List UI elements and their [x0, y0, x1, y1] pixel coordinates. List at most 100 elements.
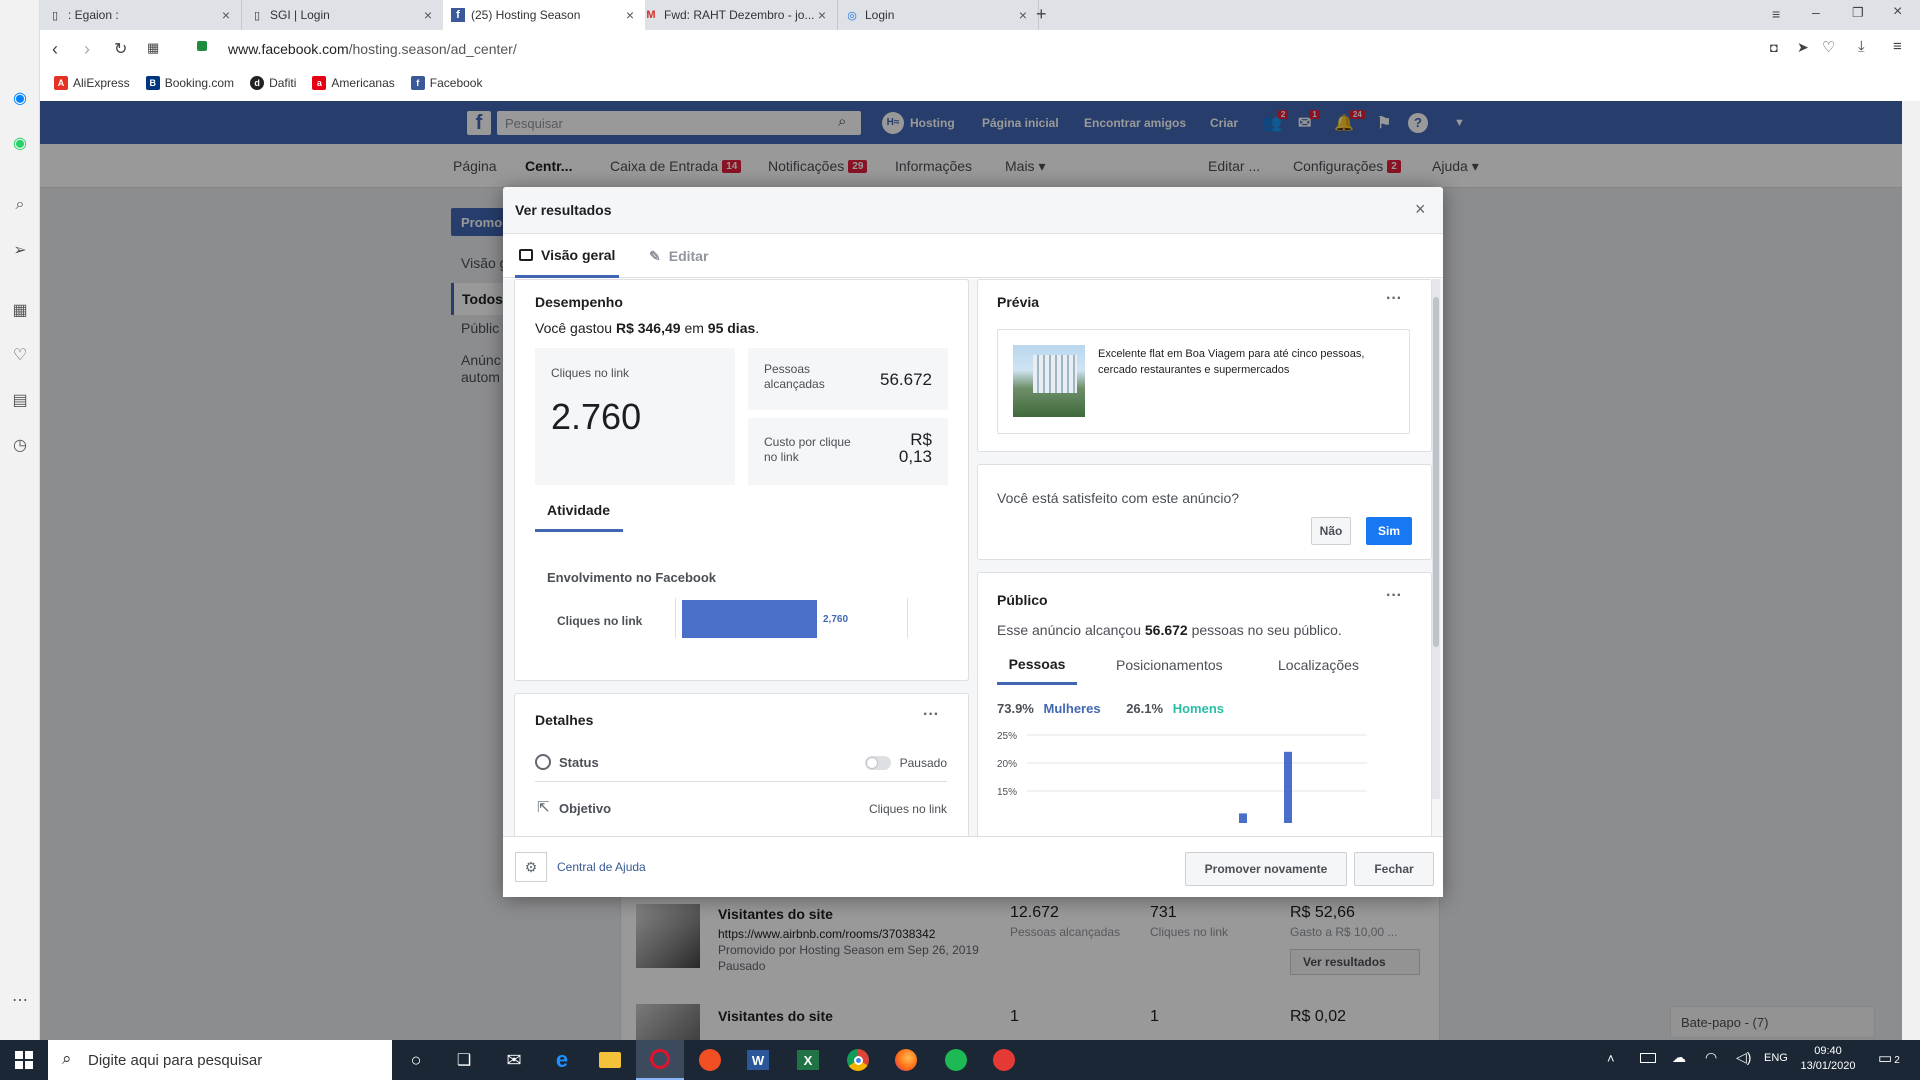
reach-metric-box: Pessoas alcançadas 56.672: [748, 348, 948, 410]
tab-placements[interactable]: Posicionamentos: [1116, 645, 1223, 685]
help-center-link[interactable]: Central de Ajuda: [557, 860, 646, 874]
page-scrollbar[interactable]: [1902, 101, 1920, 1040]
performance-title: Desempenho: [535, 294, 623, 310]
restore-button[interactable]: ❐: [1852, 5, 1864, 21]
onedrive-icon[interactable]: ☁: [1672, 1049, 1686, 1066]
mail-app-icon[interactable]: ✉: [490, 1040, 538, 1080]
bookmark-americanas[interactable]: a Americanas: [312, 76, 395, 90]
tab-menu-icon[interactable]: ≡: [1772, 6, 1780, 22]
close-icon[interactable]: ×: [1016, 7, 1030, 23]
browser-tab[interactable]: ◎ Login ×: [837, 0, 1039, 30]
back-icon[interactable]: ‹: [52, 39, 58, 60]
firefox-icon[interactable]: [882, 1040, 930, 1080]
tab-activity[interactable]: Atividade: [535, 490, 623, 532]
search-icon[interactable]: ⌕: [10, 195, 30, 215]
download-icon[interactable]: ⤓: [1858, 38, 1865, 55]
task-view-icon[interactable]: ❑: [440, 1040, 488, 1080]
bookmark-booking[interactable]: B Booking.com: [145, 76, 234, 90]
aliexpress-icon: A: [54, 76, 68, 90]
heart-icon[interactable]: ♡: [10, 345, 30, 365]
edge-icon[interactable]: e: [538, 1040, 586, 1080]
language-indicator[interactable]: ENG: [1764, 1052, 1788, 1064]
lock-icon: [197, 41, 207, 51]
no-button[interactable]: Não: [1311, 517, 1351, 545]
file-explorer-icon[interactable]: [586, 1040, 634, 1080]
chrome-icon[interactable]: [834, 1040, 882, 1080]
booking-icon: B: [145, 76, 160, 90]
show-hidden-icons[interactable]: ˄: [1607, 1051, 1615, 1066]
windows-start-icon[interactable]: [0, 1040, 48, 1080]
camera-icon[interactable]: ◘: [1770, 40, 1778, 55]
women-pct: 73.9%: [997, 701, 1034, 716]
speed-dial-icon[interactable]: ▦: [10, 300, 30, 320]
wifi-icon[interactable]: ◠: [1705, 1049, 1717, 1066]
battery-icon[interactable]: [1640, 1053, 1656, 1063]
browser-tab[interactable]: M Fwd: RAHT Dezembro - jo... ×: [636, 0, 838, 30]
pencil-icon: ✎: [649, 247, 661, 264]
tab-edit[interactable]: ✎ Editar: [649, 234, 708, 278]
settings-gear-icon[interactable]: ⚙: [515, 852, 547, 882]
reach-value: 56.672: [880, 370, 932, 389]
bookmark-dafiti[interactable]: d Dafiti: [250, 76, 296, 90]
word-icon[interactable]: W: [734, 1040, 782, 1080]
reach-label: Pessoas alcançadas: [764, 362, 825, 391]
taskbar-search-input[interactable]: ⌕ Digite aqui para pesquisar: [48, 1040, 392, 1080]
close-icon[interactable]: ×: [421, 7, 435, 23]
excel-icon[interactable]: X: [784, 1040, 832, 1080]
close-icon[interactable]: ×: [219, 7, 233, 23]
details-more-icon[interactable]: ···: [923, 706, 939, 724]
close-window-button[interactable]: ×: [1893, 3, 1902, 21]
messenger-icon[interactable]: ◉: [10, 88, 30, 108]
history-icon[interactable]: ◷: [10, 435, 30, 455]
send-icon[interactable]: ➤: [1797, 39, 1809, 56]
tab-people[interactable]: Pessoas: [997, 645, 1077, 685]
url-field[interactable]: www.facebook.com/hosting.season/ad_cente…: [228, 41, 517, 57]
preview-title: Prévia: [997, 294, 1040, 310]
browser-tab[interactable]: ▯: Egaion : ×: [40, 0, 242, 30]
app-icon-orange[interactable]: [686, 1040, 734, 1080]
chart-bar: [682, 600, 817, 638]
action-center-icon[interactable]: ▭ 2: [1878, 1049, 1900, 1067]
ad-preview[interactable]: Excelente flat em Boa Viagem para até ci…: [997, 329, 1410, 434]
engagement-title: Envolvimento no Facebook: [547, 570, 717, 585]
status-toggle[interactable]: [865, 756, 891, 770]
forward-icon[interactable]: ›: [84, 39, 90, 60]
cortana-icon[interactable]: ○: [392, 1040, 440, 1080]
audience-card: Público ··· Esse anúncio alcançou 56.672…: [977, 572, 1432, 836]
opera-app-icon[interactable]: [636, 1040, 684, 1080]
reload-icon[interactable]: ↻: [114, 39, 127, 59]
tab-overview[interactable]: Visão geral: [515, 234, 620, 278]
spotify-icon[interactable]: [932, 1040, 980, 1080]
close-button[interactable]: Fechar: [1354, 852, 1434, 886]
clock[interactable]: 09:40 13/01/2020: [1800, 1044, 1856, 1074]
audience-more-icon[interactable]: ···: [1386, 587, 1402, 605]
preview-more-icon[interactable]: ···: [1386, 290, 1402, 308]
close-icon[interactable]: ×: [623, 7, 637, 23]
menu-icon[interactable]: ≡: [1893, 38, 1902, 55]
news-icon[interactable]: ▤: [10, 390, 30, 410]
yes-button[interactable]: Sim: [1366, 517, 1412, 545]
scrollbar-thumb[interactable]: [1433, 297, 1439, 647]
send-icon[interactable]: ➢: [10, 240, 30, 260]
browser-tab-active[interactable]: f (25) Hosting Season ×: [443, 0, 645, 30]
close-icon[interactable]: ×: [1415, 199, 1426, 220]
new-tab-button[interactable]: +: [1036, 4, 1047, 25]
y-tick-label: 25%: [997, 731, 1017, 742]
app-icon-red[interactable]: [980, 1040, 1028, 1080]
modal-scrollbar[interactable]: [1432, 279, 1440, 799]
whatsapp-icon[interactable]: ◉: [10, 133, 30, 153]
tab-locations[interactable]: Localizações: [1278, 645, 1359, 685]
promote-again-button[interactable]: Promover novamente: [1185, 852, 1347, 886]
more-icon[interactable]: ⋯: [10, 990, 30, 1010]
americanas-icon: a: [312, 76, 327, 90]
bookmark-facebook[interactable]: f Facebook: [410, 76, 482, 90]
volume-icon[interactable]: ◁): [1736, 1049, 1751, 1066]
heart-icon[interactable]: ♡: [1822, 38, 1835, 56]
browser-tab[interactable]: ▯ SGI | Login ×: [242, 0, 444, 30]
bookmark-aliexpress[interactable]: A AliExpress: [54, 76, 130, 90]
age-gender-chart: 25% 20% 15%: [997, 723, 1377, 832]
minimize-button[interactable]: –: [1812, 4, 1820, 20]
modal-tabs: Visão geral ✎ Editar: [503, 234, 1443, 278]
grid-icon[interactable]: ▦: [147, 40, 159, 56]
close-icon[interactable]: ×: [815, 7, 829, 23]
